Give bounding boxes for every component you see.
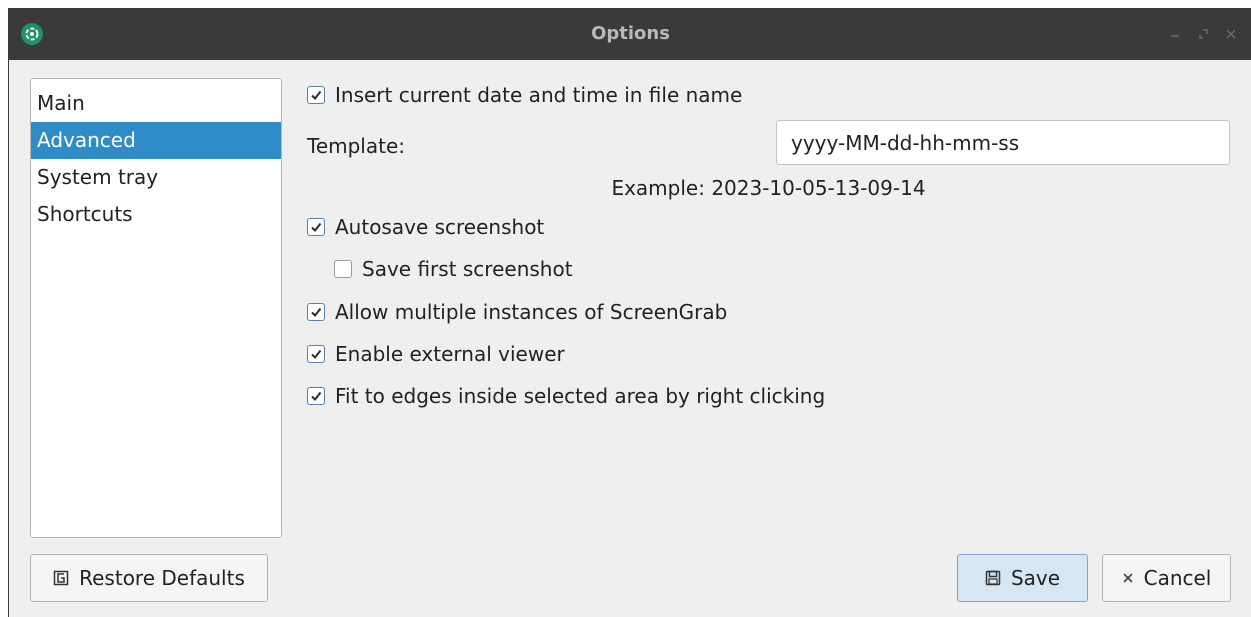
template-input[interactable] [776,120,1230,165]
window-title: Options [591,23,670,44]
save-button[interactable]: Save [957,554,1088,602]
titlebar[interactable]: Options [9,8,1251,60]
sidebar-item-shortcuts[interactable]: Shortcuts [31,196,281,233]
insert-datetime-checkbox[interactable] [307,86,325,104]
fit-edges-label: Fit to edges inside selected area by rig… [335,384,826,408]
template-example: Example: 2023-10-05-13-09-14 [611,176,926,200]
autosave-label: Autosave screenshot [335,215,545,239]
sidebar-item-system-tray[interactable]: System tray [31,159,281,196]
autosave-option[interactable]: Autosave screenshot [307,212,544,242]
multiple-instances-label: Allow multiple instances of ScreenGrab [335,300,728,324]
multiple-instances-checkbox[interactable] [307,303,325,321]
fit-edges-option[interactable]: Fit to edges inside selected area by rig… [307,381,825,411]
floppy-disk-icon [985,570,1001,586]
external-viewer-label: Enable external viewer [335,342,565,366]
options-category-list: Main Advanced System tray Shortcuts [30,78,282,538]
insert-datetime-option[interactable]: Insert current date and time in file nam… [307,80,742,110]
window-controls [1168,24,1238,44]
fit-edges-checkbox[interactable] [307,387,325,405]
save-first-option[interactable]: Save first screenshot [334,254,573,284]
external-viewer-checkbox[interactable] [307,345,325,363]
restore-defaults-label: Restore Defaults [79,566,245,590]
minimize-icon[interactable] [1168,27,1182,41]
restore-icon[interactable] [1196,27,1210,41]
multiple-instances-option[interactable]: Allow multiple instances of ScreenGrab [307,297,727,327]
insert-datetime-label: Insert current date and time in file nam… [335,83,743,107]
restore-defaults-button[interactable]: Restore Defaults [30,554,268,602]
cancel-button[interactable]: Cancel [1102,554,1231,602]
save-first-label: Save first screenshot [362,257,573,281]
autosave-checkbox[interactable] [307,218,325,236]
close-x-icon [1122,572,1134,584]
external-viewer-option[interactable]: Enable external viewer [307,339,565,369]
close-icon[interactable] [1224,27,1238,41]
save-label: Save [1010,566,1061,590]
sidebar-item-main[interactable]: Main [31,85,281,122]
template-label: Template: [307,134,405,158]
restore-icon [53,570,69,586]
options-dialog: Options Main Advanced System tray Shortc… [8,8,1251,617]
sidebar-item-advanced[interactable]: Advanced [31,122,281,159]
save-first-checkbox[interactable] [334,260,352,278]
cancel-label: Cancel [1143,566,1212,590]
